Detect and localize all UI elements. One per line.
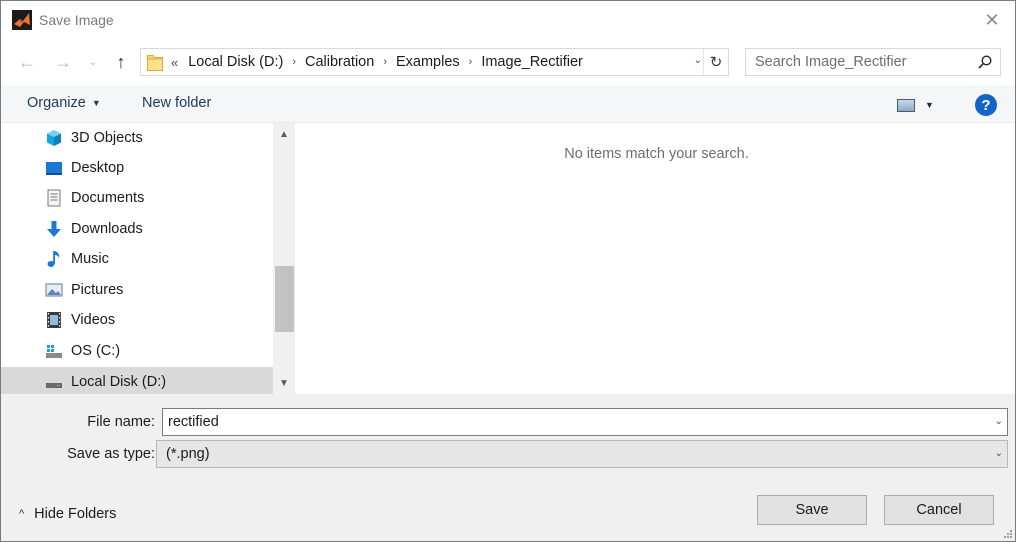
help-icon: ? bbox=[981, 96, 991, 114]
pictures-icon bbox=[45, 283, 63, 297]
file-list-pane[interactable]: No items match your search. bbox=[298, 123, 1015, 394]
os-drive-icon bbox=[46, 345, 62, 358]
change-view-button[interactable]: ▼ bbox=[897, 95, 945, 115]
scroll-up-button[interactable]: ▲ bbox=[273, 123, 295, 145]
file-name-label: File name: bbox=[87, 414, 155, 430]
resize-grip-icon[interactable] bbox=[1003, 529, 1013, 539]
refresh-button[interactable]: ↻ bbox=[703, 49, 728, 75]
nav-item-downloads[interactable]: Downloads bbox=[1, 214, 273, 244]
command-bar: Organize ▼ New folder ▼ ? bbox=[1, 85, 1015, 123]
matlab-app-icon bbox=[12, 10, 32, 30]
breadcrumb-item[interactable]: Calibration bbox=[305, 54, 374, 70]
music-icon bbox=[47, 251, 60, 267]
navigation-bar: ← → ⌄ ↑ « Local Disk (D:) › Calibration … bbox=[1, 39, 1015, 85]
save-image-dialog: Save Image ✕ ← → ⌄ ↑ « Local Disk (D:) › bbox=[0, 0, 1016, 542]
save-as-type-value: (*.png) bbox=[166, 446, 210, 462]
desktop-icon bbox=[46, 162, 62, 175]
videos-icon bbox=[47, 312, 61, 328]
close-button[interactable]: ✕ bbox=[969, 1, 1015, 39]
nav-item-label: Music bbox=[71, 251, 109, 267]
nav-item-local-disk-d[interactable]: Local Disk (D:) bbox=[1, 367, 273, 397]
view-icon bbox=[897, 98, 915, 112]
nav-item-os-c[interactable]: OS (C:) bbox=[1, 336, 273, 366]
cancel-button[interactable]: Cancel bbox=[884, 495, 994, 525]
organize-menu-button[interactable]: Organize ▼ bbox=[27, 95, 101, 111]
chevron-down-icon: ⌄ bbox=[994, 448, 1003, 459]
scroll-down-button[interactable]: ▼ bbox=[273, 372, 295, 394]
nav-item-3d-objects[interactable]: 3D Objects bbox=[1, 123, 273, 153]
breadcrumb-item[interactable]: Examples bbox=[396, 54, 460, 70]
file-name-input[interactable] bbox=[163, 409, 983, 435]
breadcrumb-overflow-button[interactable]: « bbox=[171, 55, 178, 70]
nav-item-documents[interactable]: Documents bbox=[1, 183, 273, 213]
3d-objects-icon bbox=[47, 130, 61, 146]
downloads-icon bbox=[47, 221, 61, 237]
help-button[interactable]: ? bbox=[975, 94, 997, 116]
save-as-type-label: Save as type: bbox=[67, 446, 155, 462]
nav-item-label: Documents bbox=[71, 190, 145, 206]
arrow-left-icon: ← bbox=[18, 51, 36, 72]
documents-icon bbox=[47, 189, 61, 207]
arrow-up-icon: ↑ bbox=[116, 51, 126, 72]
search-icon[interactable] bbox=[978, 55, 992, 69]
local-disk-icon bbox=[46, 383, 62, 388]
breadcrumb: « Local Disk (D:) › Calibration › Exampl… bbox=[171, 54, 583, 70]
search-input[interactable] bbox=[746, 49, 966, 75]
hide-folders-button[interactable]: ^ Hide Folders bbox=[19, 506, 116, 522]
window-title: Save Image bbox=[39, 12, 114, 28]
save-form: File name: ⌄ Save as type: (*.png) ⌄ ^ H… bbox=[1, 394, 1015, 541]
back-button[interactable]: ← bbox=[13, 49, 41, 75]
nav-item-desktop[interactable]: Desktop bbox=[1, 153, 273, 183]
navigation-pane: 3D Objects Desktop Documents Downloads M… bbox=[1, 123, 297, 397]
caret-down-icon: ▼ bbox=[925, 100, 934, 110]
address-dropdown-button[interactable]: ⌄ bbox=[694, 55, 702, 66]
search-box bbox=[745, 48, 1001, 76]
nav-item-label: Videos bbox=[71, 312, 116, 328]
empty-results-message: No items match your search. bbox=[564, 146, 749, 162]
nav-item-videos[interactable]: Videos bbox=[1, 305, 273, 335]
up-button[interactable]: ↑ bbox=[107, 49, 135, 75]
new-folder-button[interactable]: New folder bbox=[142, 95, 211, 111]
breadcrumb-item[interactable]: Image_Rectifier bbox=[481, 54, 583, 70]
chevron-right-icon[interactable]: › bbox=[383, 56, 387, 68]
refresh-icon: ↻ bbox=[709, 54, 723, 71]
save-as-type-select[interactable]: (*.png) ⌄ bbox=[156, 440, 1008, 468]
nav-item-music[interactable]: Music bbox=[1, 244, 273, 274]
file-name-dropdown-button[interactable]: ⌄ bbox=[995, 416, 1003, 427]
chevron-up-icon: ^ bbox=[19, 508, 25, 520]
title-bar: Save Image ✕ bbox=[1, 1, 1015, 39]
hide-folders-label: Hide Folders bbox=[34, 506, 117, 522]
arrow-right-icon: → bbox=[54, 51, 72, 72]
scroll-down-icon: ▼ bbox=[279, 377, 289, 389]
caret-down-icon: ▼ bbox=[91, 98, 101, 108]
organize-label: Organize bbox=[27, 95, 86, 111]
nav-item-label: Pictures bbox=[71, 282, 124, 298]
nav-item-label: Local Disk (D:) bbox=[71, 374, 167, 390]
chevron-right-icon[interactable]: › bbox=[292, 56, 296, 68]
nav-pane-scrollbar[interactable]: ▲ ▼ bbox=[273, 123, 295, 394]
scrollbar-thumb[interactable] bbox=[275, 266, 294, 332]
chevron-down-icon: ⌄ bbox=[88, 56, 98, 68]
nav-item-label: 3D Objects bbox=[71, 130, 143, 146]
forward-button[interactable]: → bbox=[49, 49, 77, 75]
chevron-right-icon[interactable]: › bbox=[469, 56, 473, 68]
close-icon: ✕ bbox=[984, 9, 1000, 30]
nav-item-label: Downloads bbox=[71, 221, 143, 237]
file-name-combobox: ⌄ bbox=[162, 408, 1008, 436]
breadcrumb-item[interactable]: Local Disk (D:) bbox=[188, 54, 283, 70]
nav-item-pictures[interactable]: Pictures bbox=[1, 275, 273, 305]
nav-item-label: OS (C:) bbox=[71, 343, 121, 359]
save-button[interactable]: Save bbox=[757, 495, 867, 525]
scroll-up-icon: ▲ bbox=[279, 128, 289, 140]
recent-locations-button[interactable]: ⌄ bbox=[85, 49, 101, 75]
nav-item-label: Desktop bbox=[71, 160, 125, 176]
folder-icon bbox=[147, 54, 163, 71]
address-bar[interactable]: « Local Disk (D:) › Calibration › Exampl… bbox=[140, 48, 729, 76]
